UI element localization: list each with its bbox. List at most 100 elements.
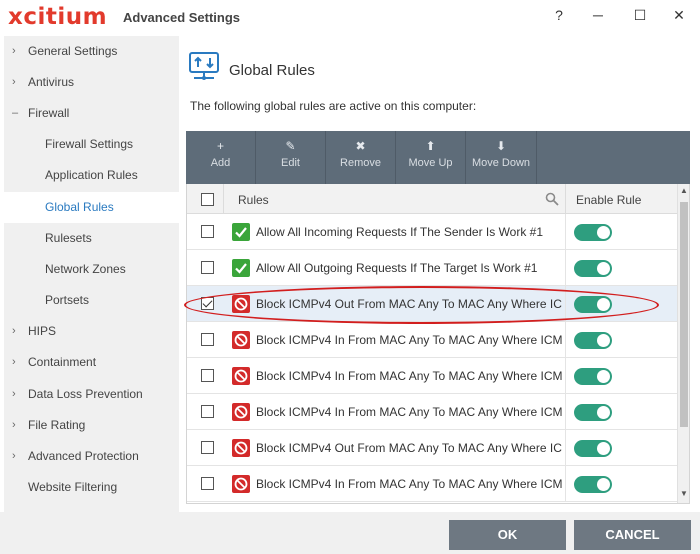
move-down-button[interactable]: ⬇ Move Down [466, 131, 536, 184]
search-icon[interactable] [545, 192, 559, 206]
sidebar-item-advanced-protection[interactable]: › Advanced Protection [4, 441, 179, 472]
sidebar-item-label: File Rating [28, 418, 86, 432]
sidebar-item-network-zones[interactable]: Network Zones [4, 254, 179, 285]
enable-rule-toggle[interactable] [574, 260, 612, 277]
sidebar-item-label: Antivirus [28, 75, 75, 89]
add-label: Add [210, 157, 231, 169]
sidebar-item-label: Website Filtering [28, 480, 118, 494]
table-row[interactable]: Allow All Incoming Requests If The Sende… [187, 214, 677, 250]
row-checkbox[interactable] [201, 225, 214, 238]
title-bar: xcitium Advanced Settings ? ─ ☐ ✕ [0, 0, 700, 34]
arrow-up-icon: ⬆ [425, 139, 436, 153]
move-up-label: Move Up [408, 157, 453, 169]
enable-rule-toggle[interactable] [574, 332, 612, 349]
column-header-rules[interactable]: Rules [238, 193, 269, 207]
row-checkbox[interactable] [201, 477, 214, 490]
collapse-icon: – [12, 107, 19, 119]
allow-check-icon [232, 223, 250, 241]
window-title: Advanced Settings [123, 10, 241, 25]
vertical-scrollbar[interactable]: ▲ ▼ [677, 184, 689, 503]
scrollbar-thumb[interactable] [680, 202, 688, 427]
sidebar-item-application-rules[interactable]: Application Rules [4, 160, 179, 191]
sidebar-item-label: General Settings [28, 44, 118, 58]
column-divider [565, 214, 566, 250]
sidebar-item-global-rules[interactable]: Global Rules [4, 192, 179, 223]
scroll-down-icon[interactable]: ▼ [678, 489, 689, 498]
sidebar-item-portsets[interactable]: Portsets [4, 285, 179, 316]
remove-label: Remove [340, 157, 381, 169]
sidebar-item-label: Global Rules [45, 200, 114, 214]
minimize-button[interactable]: ─ [578, 4, 618, 26]
block-icon [232, 367, 250, 385]
sidebar-item-label: Firewall [28, 106, 70, 120]
table-row[interactable]: Block ICMPv4 Out From MAC Any To MAC Any… [187, 430, 677, 466]
allow-check-icon [232, 259, 250, 277]
row-checkbox[interactable] [201, 369, 214, 382]
footer-bar: OK CANCEL [0, 512, 700, 554]
sidebar: › General Settings › Antivirus – Firewal… [4, 36, 179, 512]
row-checkbox[interactable] [201, 405, 214, 418]
rule-text: Block ICMPv4 In From MAC Any To MAC Any … [256, 369, 562, 383]
ok-button[interactable]: OK [449, 520, 566, 550]
row-checkbox[interactable] [201, 333, 214, 346]
row-checkbox[interactable] [201, 261, 214, 274]
enable-rule-toggle[interactable] [574, 440, 612, 457]
chevron-right-icon: › [12, 76, 16, 88]
sidebar-item-label: HIPS [28, 324, 57, 338]
table-row[interactable]: Block ICMPv4 In From MAC Any To MAC Any … [187, 394, 677, 430]
enable-rule-toggle[interactable] [574, 476, 612, 493]
rule-text: Allow All Incoming Requests If The Sende… [256, 225, 544, 239]
column-divider [223, 184, 224, 214]
edit-button[interactable]: ✎ Edit [256, 131, 325, 184]
table-header: Rules Enable Rule [187, 184, 677, 214]
chevron-right-icon: › [12, 388, 16, 400]
chevron-right-icon: › [12, 356, 16, 368]
rules-toolbar: + Add ✎ Edit ✖ Remove ⬆ Move Up ⬇ Move D… [186, 131, 690, 184]
column-divider [565, 250, 566, 286]
table-row[interactable]: Block ICMPv4 In From MAC Any To MAC Any … [187, 466, 677, 502]
remove-icon: ✖ [355, 139, 366, 153]
enable-rule-toggle[interactable] [574, 404, 612, 421]
sidebar-item-website-filtering[interactable]: Website Filtering [4, 472, 179, 503]
edit-label: Edit [281, 157, 300, 169]
rule-text: Allow All Outgoing Requests If The Targe… [256, 261, 538, 275]
enable-rule-toggle[interactable] [574, 224, 612, 241]
sidebar-item-label: Rulesets [45, 231, 92, 245]
close-button[interactable]: ✕ [659, 4, 699, 26]
table-row[interactable]: Allow All Outgoing Requests If The Targe… [187, 250, 677, 286]
column-header-enable-rule[interactable]: Enable Rule [576, 193, 641, 207]
sidebar-item-data-loss-prevention[interactable]: › Data Loss Prevention [4, 379, 179, 410]
sidebar-item-rulesets[interactable]: Rulesets [4, 223, 179, 254]
rule-text: Block ICMPv4 In From MAC Any To MAC Any … [256, 333, 562, 347]
toolbar-divider [536, 131, 537, 184]
sidebar-item-antivirus[interactable]: › Antivirus [4, 67, 179, 98]
move-down-label: Move Down [471, 157, 531, 169]
column-divider [565, 466, 566, 502]
block-icon [232, 331, 250, 349]
sidebar-item-firewall-settings[interactable]: Firewall Settings [4, 129, 179, 160]
xcitium-logo: xcitium [8, 4, 108, 30]
maximize-button[interactable]: ☐ [620, 4, 660, 26]
add-button[interactable]: + Add [186, 131, 255, 184]
table-row[interactable]: Block ICMPv4 In From MAC Any To MAC Any … [187, 358, 677, 394]
sidebar-item-containment[interactable]: › Containment [4, 347, 179, 378]
cancel-button[interactable]: CANCEL [574, 520, 691, 550]
help-button[interactable]: ? [539, 4, 579, 26]
network-monitor-icon [189, 52, 219, 80]
row-checkbox[interactable] [201, 441, 214, 454]
rule-text: Block ICMPv4 In From MAC Any To MAC Any … [256, 477, 562, 491]
move-up-button[interactable]: ⬆ Move Up [396, 131, 465, 184]
enable-rule-toggle[interactable] [574, 368, 612, 385]
sidebar-item-label: Advanced Protection [28, 449, 139, 463]
sidebar-item-firewall[interactable]: – Firewall [4, 98, 179, 129]
scroll-up-icon[interactable]: ▲ [678, 186, 689, 195]
page-title: Global Rules [229, 62, 315, 79]
sidebar-item-hips[interactable]: › HIPS [4, 316, 179, 347]
sidebar-item-general-settings[interactable]: › General Settings [4, 36, 179, 67]
rule-text: Block ICMPv4 Out From MAC Any To MAC Any… [256, 441, 562, 455]
sidebar-item-file-rating[interactable]: › File Rating [4, 410, 179, 441]
select-all-checkbox[interactable] [201, 193, 214, 206]
pencil-icon: ✎ [285, 139, 296, 153]
remove-button[interactable]: ✖ Remove [326, 131, 395, 184]
table-row[interactable]: Block ICMPv4 In From MAC Any To MAC Any … [187, 322, 677, 358]
